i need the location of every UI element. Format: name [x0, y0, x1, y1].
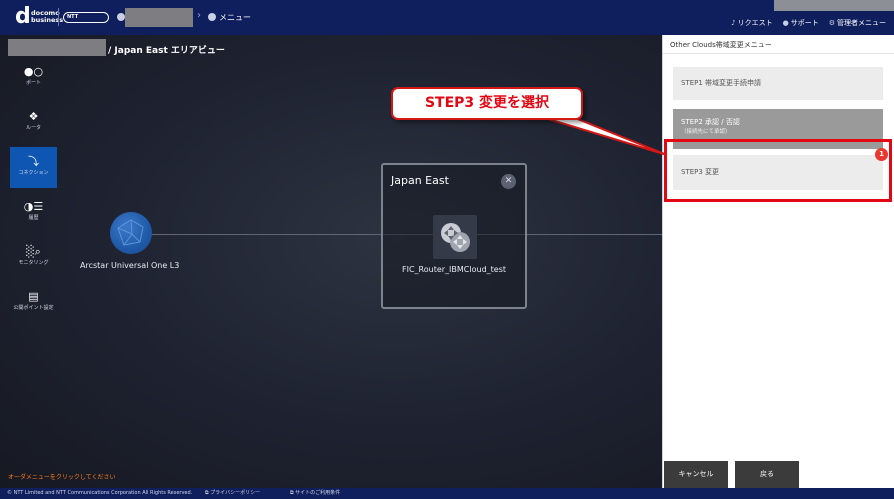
router-icon: [441, 223, 470, 252]
globe-icon[interactable]: [110, 212, 152, 254]
nav-item-router[interactable]: ❖ ルータ: [10, 102, 57, 143]
router-label: FIC_Router_IBMCloud_test: [401, 265, 507, 274]
router-node[interactable]: [433, 215, 477, 259]
nav-label-port: ポート: [25, 80, 41, 86]
nav-label-public-point: 公開ポイント設定: [13, 305, 54, 311]
privacy-policy-label: プライバシーポリシー: [210, 490, 261, 496]
back-button[interactable]: 戻る: [735, 461, 799, 488]
panel-footer: キャンセル 戻る: [663, 461, 894, 488]
step1-button[interactable]: STEP1 帯域変更手続申請: [673, 67, 883, 100]
ntt-logo: NTT Communications: [63, 12, 109, 23]
tenant-icon: [117, 13, 125, 21]
step2-label: STEP2 承認 / 否認: [681, 118, 740, 126]
footer-bar: © NTT Limited and NTT Communications Cor…: [0, 488, 894, 499]
nav-label-monitoring: モニタリング: [18, 260, 49, 266]
nav-label-router: ルータ: [25, 125, 41, 131]
close-icon[interactable]: ✕: [501, 174, 516, 189]
history-icon: ◑☰: [23, 200, 44, 213]
order-menu-panel: Other Clouds帯域変更メニュー STEP1 帯域変更手続申請 STEP…: [662, 35, 894, 488]
header-divider: [58, 8, 59, 26]
nav-item-history[interactable]: ◑☰ 履歴: [10, 192, 57, 233]
port-icon: ●○: [23, 65, 44, 78]
step3-button[interactable]: STEP3 変更 1: [673, 148, 888, 190]
support-icon: ●: [782, 19, 789, 27]
support-link[interactable]: ● サポート: [783, 18, 819, 28]
breadcrumb-menu[interactable]: メニュー: [219, 12, 251, 23]
side-navigation: ●○ ポート ❖ ルータ ⤵ コネクション ◑☰ 履歴 ░⌕ モニタリング ▤ …: [10, 57, 57, 327]
panel-divider: [663, 53, 894, 54]
top-header: d docomo business NTT Communications › メ…: [0, 0, 894, 35]
header-links: ♪ リクエスト ● サポート ⚙ 管理者メニュー: [731, 18, 886, 28]
admin-menu-link[interactable]: ⚙ 管理者メニュー: [829, 18, 886, 28]
nav-label-history: 履歴: [28, 215, 39, 221]
bell-icon: ♪: [731, 19, 736, 27]
menu-icon: [208, 13, 216, 21]
order-menu-hint: オーダメニューをクリックしてください: [8, 474, 116, 481]
step3-label: STEP3 変更: [681, 168, 720, 176]
cancel-button[interactable]: キャンセル: [664, 461, 728, 488]
chevron-right-icon: ›: [197, 10, 201, 21]
globe-network-icon: [117, 219, 144, 246]
request-label: リクエスト: [737, 19, 773, 27]
docomo-business-logo[interactable]: d: [15, 6, 31, 28]
nav-label-connection: コネクション: [18, 170, 49, 176]
nav-item-connection[interactable]: ⤵ コネクション: [10, 147, 57, 188]
user-info-redacted: [774, 0, 894, 11]
nav-item-port[interactable]: ●○ ポート: [10, 57, 57, 98]
tenant-name-redacted[interactable]: [125, 8, 193, 27]
request-link[interactable]: ♪ リクエスト: [731, 18, 772, 28]
admin-menu-label: 管理者メニュー: [837, 19, 886, 27]
notification-badge: 1: [875, 148, 888, 161]
copyright-text: © NTT Limited and NTT Communications Cor…: [7, 490, 193, 496]
gear-icon: ⚙: [828, 19, 835, 27]
monitor-icon: ▤: [28, 290, 39, 303]
step2-sublabel: （接続先にて承認）: [681, 129, 731, 135]
panel-title: Other Clouds帯域変更メニュー: [670, 41, 772, 49]
terms-link[interactable]: ⧉ サイトのご利用条件: [290, 488, 340, 499]
terms-label: サイトのご利用条件: [295, 490, 341, 496]
annotation-callout: STEP3 変更を選択: [391, 87, 583, 120]
nav-item-public-point[interactable]: ▤ 公開ポイント設定: [10, 282, 57, 323]
nav-item-monitoring[interactable]: ░⌕ モニタリング: [10, 237, 57, 278]
region-box-japan-east[interactable]: Japan East ✕ FIC_Router_IBMCloud_test: [381, 163, 527, 309]
router-icon: ❖: [28, 110, 39, 123]
area-view-title: / Japan East エリアビュー: [108, 46, 225, 56]
region-title: Japan East: [391, 174, 449, 187]
tenant-area-redacted: [8, 39, 106, 56]
privacy-policy-link[interactable]: ⧉ プライバシーポリシー: [205, 488, 260, 499]
universal-one-label: Arcstar Universal One L3: [80, 261, 180, 270]
monitoring-icon: ░⌕: [26, 245, 41, 258]
support-label: サポート: [790, 19, 819, 27]
connection-icon: ⤵: [28, 155, 39, 168]
